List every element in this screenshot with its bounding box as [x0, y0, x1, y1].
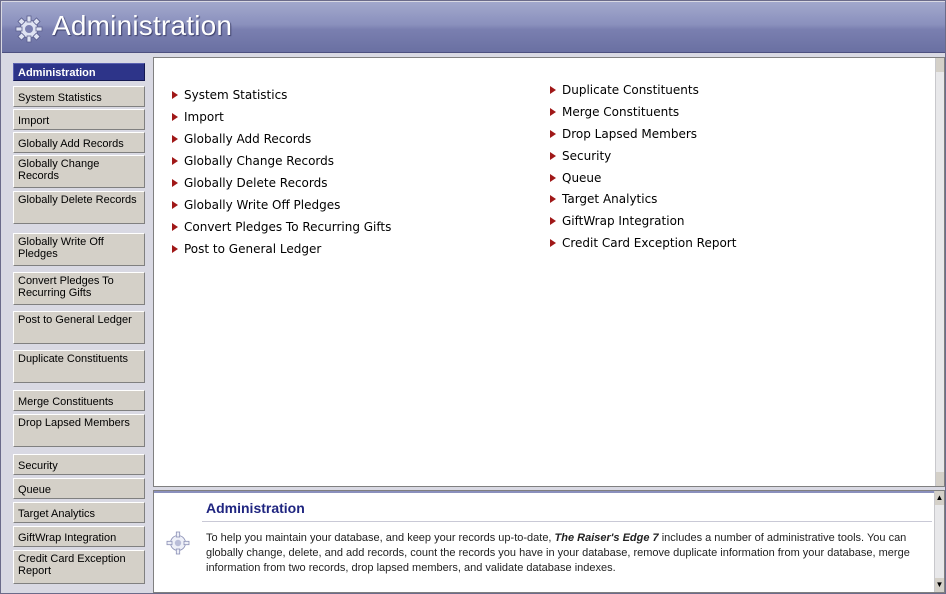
- page-title: Administration: [52, 10, 233, 41]
- scroll-up-button[interactable]: ▲: [935, 491, 944, 505]
- sidebar-item-globally-change-records[interactable]: Globally Change Records: [13, 155, 145, 188]
- sidebar-item-target-analytics[interactable]: Target Analytics: [13, 502, 145, 523]
- arrow-right-icon: [172, 91, 178, 99]
- link-globally-change-records[interactable]: Globally Change Records: [172, 154, 334, 168]
- arrow-right-icon: [172, 157, 178, 165]
- description-pane: Administration To help you maintain your…: [153, 490, 945, 593]
- app-window: Administration Administration System Sta…: [0, 0, 946, 594]
- arrow-right-icon: [550, 239, 556, 247]
- arrow-right-icon: [172, 201, 178, 209]
- sidebar-item-globally-write-off-pledges[interactable]: Globally Write Off Pledges: [13, 233, 145, 266]
- arrow-right-icon: [550, 217, 556, 225]
- link-convert-pledges[interactable]: Convert Pledges To Recurring Gifts: [172, 220, 391, 234]
- sidebar-item-globally-add-records[interactable]: Globally Add Records: [13, 132, 145, 153]
- main-content-pane: System Statistics Import Globally Add Re…: [153, 57, 945, 487]
- sidebar-nav: Administration System Statistics Import …: [5, 57, 149, 593]
- link-target-analytics[interactable]: Target Analytics: [550, 192, 657, 206]
- sidebar-item-globally-delete-records[interactable]: Globally Delete Records: [13, 191, 145, 224]
- arrow-right-icon: [172, 179, 178, 187]
- arrow-right-icon: [550, 86, 556, 94]
- sidebar-item-giftwrap-integration[interactable]: GiftWrap Integration: [13, 526, 145, 547]
- sidebar-item-merge-constituents[interactable]: Merge Constituents: [13, 390, 145, 411]
- link-globally-write-off-pledges[interactable]: Globally Write Off Pledges: [172, 198, 340, 212]
- link-duplicate-constituents[interactable]: Duplicate Constituents: [550, 83, 699, 97]
- description-scrollbar[interactable]: ▲ ▼: [934, 491, 944, 592]
- arrow-right-icon: [172, 135, 178, 143]
- scroll-up-button[interactable]: [936, 58, 944, 72]
- product-name: The Raiser's Edge 7: [554, 532, 659, 544]
- scroll-down-button[interactable]: [936, 472, 944, 486]
- link-import[interactable]: Import: [172, 110, 224, 124]
- arrow-right-icon: [550, 152, 556, 160]
- sidebar-item-post-to-general-ledger[interactable]: Post to General Ledger: [13, 311, 145, 344]
- link-queue[interactable]: Queue: [550, 171, 601, 185]
- arrow-right-icon: [172, 245, 178, 253]
- gear-icon: [166, 531, 190, 555]
- link-security[interactable]: Security: [550, 149, 611, 163]
- gear-icon: [15, 15, 43, 43]
- link-globally-delete-records[interactable]: Globally Delete Records: [172, 176, 327, 190]
- arrow-right-icon: [172, 113, 178, 121]
- description-top-bar: [154, 491, 934, 493]
- arrow-right-icon: [550, 195, 556, 203]
- link-giftwrap-integration[interactable]: GiftWrap Integration: [550, 214, 685, 228]
- description-heading: Administration: [206, 500, 305, 516]
- arrow-right-icon: [550, 130, 556, 138]
- description-text: To help you maintain your database, and …: [206, 532, 910, 574]
- page-header: Administration: [2, 2, 945, 53]
- sidebar-item-drop-lapsed-members[interactable]: Drop Lapsed Members: [13, 414, 145, 447]
- link-credit-card-exception-report[interactable]: Credit Card Exception Report: [550, 236, 736, 250]
- divider: [202, 521, 932, 522]
- arrow-right-icon: [550, 108, 556, 116]
- sidebar-item-system-statistics[interactable]: System Statistics: [13, 86, 145, 107]
- link-post-to-general-ledger[interactable]: Post to General Ledger: [172, 242, 321, 256]
- arrow-right-icon: [550, 174, 556, 182]
- sidebar-item-import[interactable]: Import: [13, 109, 145, 130]
- content-scrollbar[interactable]: [935, 58, 944, 486]
- link-drop-lapsed-members[interactable]: Drop Lapsed Members: [550, 127, 697, 141]
- sidebar-item-security[interactable]: Security: [13, 454, 145, 475]
- sidebar-item-administration[interactable]: Administration: [13, 63, 145, 81]
- arrow-right-icon: [172, 223, 178, 231]
- sidebar-item-convert-pledges[interactable]: Convert Pledges To Recurring Gifts: [13, 272, 145, 305]
- link-merge-constituents[interactable]: Merge Constituents: [550, 105, 679, 119]
- scroll-down-button[interactable]: ▼: [935, 578, 944, 592]
- sidebar-item-credit-card-exception-report[interactable]: Credit Card Exception Report: [13, 550, 145, 584]
- sidebar-item-queue[interactable]: Queue: [13, 478, 145, 499]
- link-globally-add-records[interactable]: Globally Add Records: [172, 132, 311, 146]
- link-system-statistics[interactable]: System Statistics: [172, 88, 287, 102]
- sidebar-item-duplicate-constituents[interactable]: Duplicate Constituents: [13, 350, 145, 383]
